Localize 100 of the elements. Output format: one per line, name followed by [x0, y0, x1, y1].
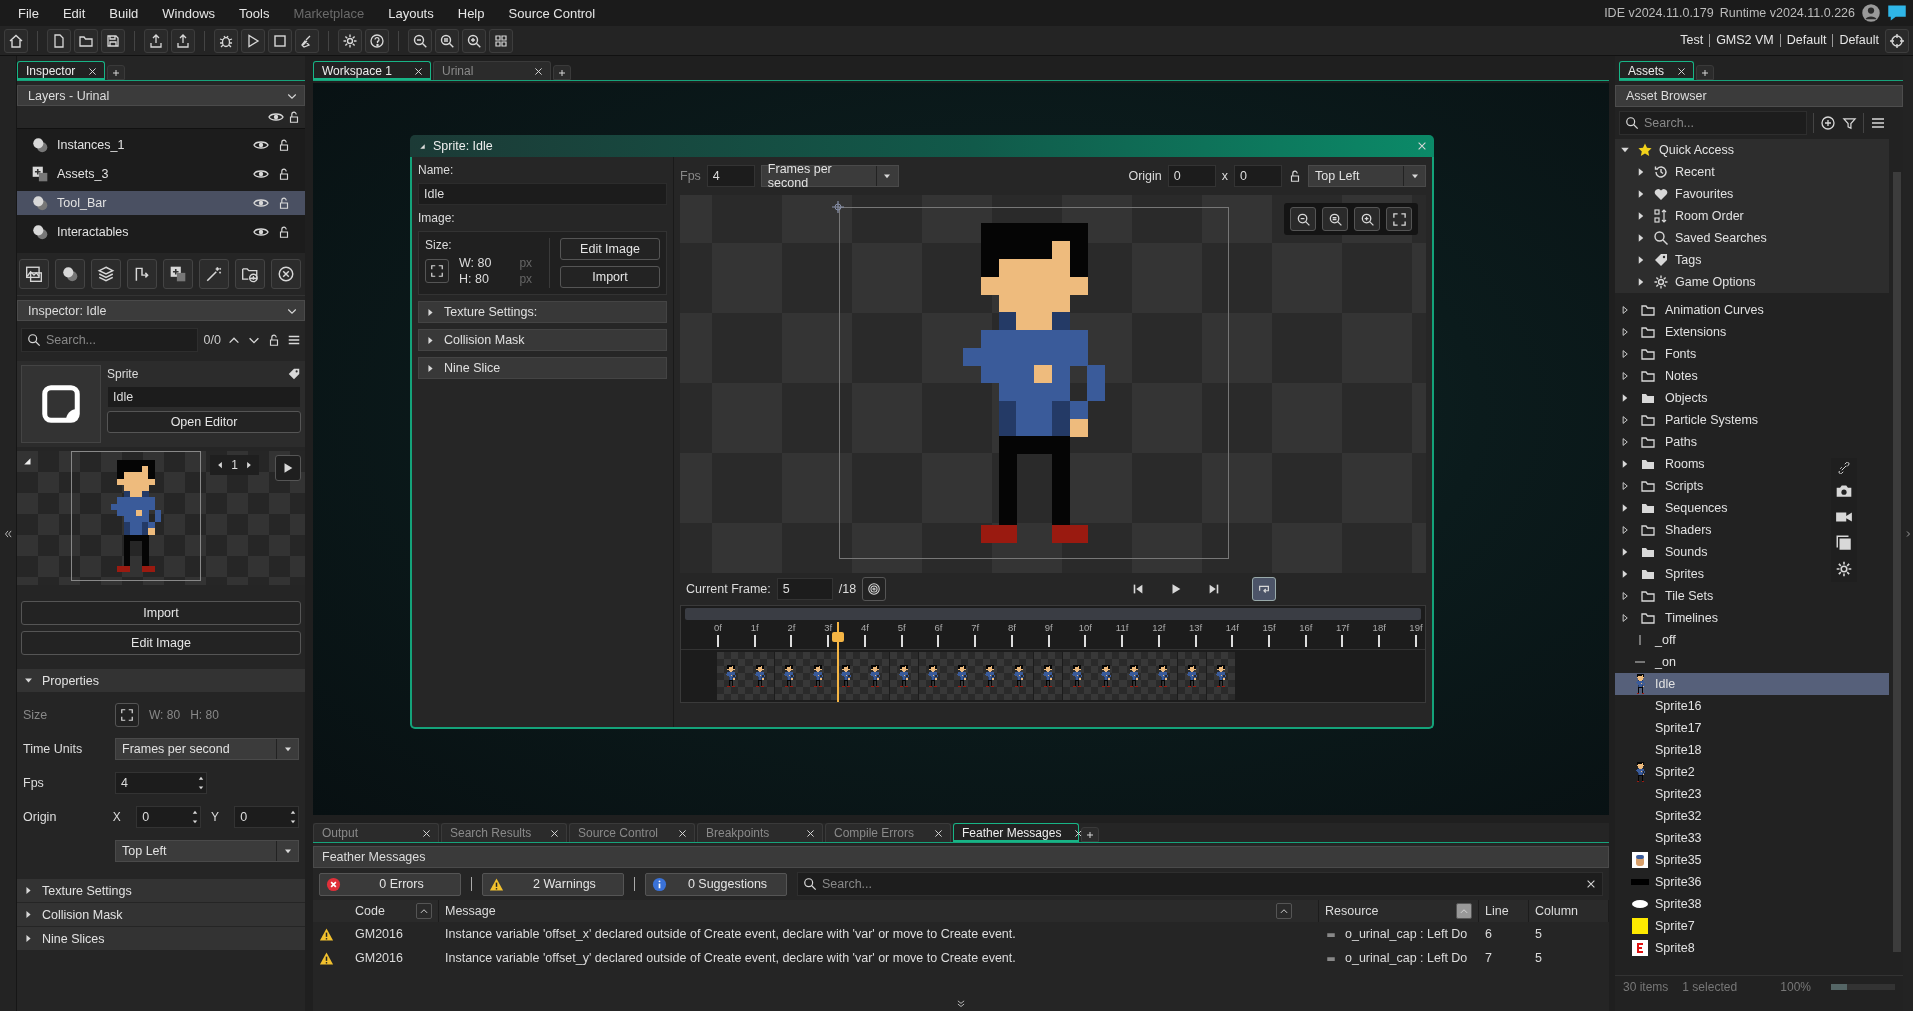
frame-thumbnail[interactable] — [1033, 652, 1063, 700]
time-units-select[interactable]: Frames per second — [760, 165, 899, 187]
add-tab-button[interactable] — [1081, 827, 1099, 842]
folder-item[interactable]: Rooms — [1615, 453, 1889, 475]
asset-item[interactable]: Sprite32 — [1615, 805, 1889, 827]
collapse-icon[interactable] — [3, 527, 13, 540]
menu-item[interactable]: File — [18, 5, 51, 21]
layer-row[interactable]: Tool_Bar — [17, 191, 305, 215]
layout-button[interactable] — [489, 28, 513, 53]
tab[interactable]: Search Results — [441, 823, 567, 842]
loop-button[interactable] — [1252, 577, 1276, 601]
lock-icon[interactable] — [267, 332, 281, 348]
tree-item[interactable]: Game Options — [1615, 271, 1889, 293]
layer-tool-button[interactable] — [235, 259, 265, 289]
zoom-button[interactable] — [1386, 207, 1412, 231]
target-button[interactable] — [1885, 28, 1909, 53]
layer-tool-button[interactable] — [271, 259, 301, 289]
frame-thumbnail[interactable] — [717, 652, 746, 700]
origin-select[interactable]: Top Left — [1308, 165, 1426, 187]
close-icon[interactable] — [677, 827, 688, 839]
import-button[interactable] — [171, 28, 195, 53]
inspector-dropdown[interactable]: Inspector: Idle — [17, 300, 305, 321]
folder-item[interactable]: Sequences — [1615, 497, 1889, 519]
asset-item[interactable]: Sprite16 — [1615, 695, 1889, 717]
asset-item[interactable]: Idle — [1615, 673, 1889, 695]
play-button[interactable] — [275, 455, 301, 481]
menu-item[interactable]: Help — [445, 5, 497, 21]
tag-icon[interactable] — [287, 367, 301, 381]
close-icon[interactable] — [805, 827, 816, 839]
layer-row[interactable]: Interactables — [17, 220, 305, 244]
zoom-button[interactable] — [1354, 207, 1380, 231]
zoom-out-button[interactable] — [408, 28, 432, 53]
menu-icon[interactable] — [287, 333, 301, 347]
folder-item[interactable]: Particle Systems — [1615, 409, 1889, 431]
target-setting[interactable]: Test — [1674, 34, 1710, 47]
camera-icon[interactable] — [1835, 482, 1853, 500]
search-field[interactable]: Search... — [1619, 111, 1807, 135]
frame-thumbnail[interactable] — [774, 652, 804, 700]
user-icon[interactable] — [1861, 3, 1881, 23]
add-tab-button[interactable] — [553, 65, 571, 80]
frame-thumbnail[interactable] — [745, 652, 775, 700]
zoom-reset-button[interactable] — [435, 28, 459, 53]
menu-item[interactable]: Tools — [227, 5, 282, 21]
menu-item[interactable]: Windows — [150, 5, 228, 21]
section-header[interactable]: Texture Settings — [17, 879, 305, 902]
zoom-button[interactable] — [1322, 207, 1348, 231]
close-icon[interactable] — [413, 65, 424, 77]
add-tab-button[interactable] — [1696, 65, 1714, 80]
folder-item[interactable]: Sounds — [1615, 541, 1889, 563]
stop-button[interactable] — [268, 28, 292, 53]
layer-row[interactable]: Assets_3 — [17, 162, 305, 186]
folder-item[interactable]: Extensions — [1615, 321, 1889, 343]
tree-item[interactable]: Favourites — [1615, 183, 1889, 205]
layers-dropdown[interactable]: Layers - Urinal — [17, 85, 305, 106]
tab[interactable]: Workspace 1 — [313, 61, 431, 80]
number-field[interactable]: 4 — [115, 772, 207, 794]
resize-button[interactable] — [115, 703, 139, 727]
frame-thumbnail[interactable] — [918, 652, 948, 700]
close-icon[interactable] — [421, 827, 432, 839]
tab[interactable]: Feather Messages — [953, 823, 1079, 842]
image-button[interactable]: Edit Image — [21, 631, 301, 655]
asset-item[interactable]: Sprite8 — [1615, 937, 1889, 959]
frame-thumbnail[interactable] — [947, 652, 976, 700]
frame-thumbnail[interactable] — [1062, 652, 1092, 700]
current-frame-field[interactable]: 5 — [776, 578, 833, 600]
windows-icon[interactable] — [1835, 534, 1853, 552]
tree-item[interactable]: Tags — [1615, 249, 1889, 271]
lock-icon[interactable] — [277, 166, 291, 182]
save-button[interactable] — [101, 28, 125, 53]
frame-thumbnail[interactable] — [1091, 652, 1120, 700]
debug-button[interactable] — [214, 28, 238, 53]
layer-tool-button[interactable] — [19, 259, 49, 289]
asset-item[interactable]: _on — [1615, 651, 1889, 673]
tree-item[interactable]: Recent — [1615, 161, 1889, 183]
close-icon[interactable] — [549, 827, 560, 839]
tree-item[interactable]: Saved Searches — [1615, 227, 1889, 249]
filter-button[interactable]: 0 Suggestions — [645, 872, 787, 896]
folder-item[interactable]: Sprites — [1615, 563, 1889, 585]
close-icon[interactable] — [1676, 65, 1687, 77]
tab[interactable]: Assets — [1619, 61, 1694, 80]
target-setting[interactable]: GMS2 VM — [1709, 34, 1780, 47]
layer-tool-button[interactable] — [55, 259, 85, 289]
asset-item[interactable]: Sprite36 — [1615, 871, 1889, 893]
folder-item[interactable]: Fonts — [1615, 343, 1889, 365]
run-button[interactable] — [241, 28, 265, 53]
folder-item[interactable]: Shaders — [1615, 519, 1889, 541]
folder-item[interactable]: Objects — [1615, 387, 1889, 409]
origin-select[interactable]: Top Left — [115, 840, 299, 862]
layer-row[interactable]: Instances_1 — [17, 133, 305, 157]
name-field[interactable]: Idle — [107, 386, 301, 408]
home-button[interactable] — [4, 28, 28, 53]
sort-button[interactable] — [1456, 903, 1472, 919]
folder-item[interactable]: Tile Sets — [1615, 585, 1889, 607]
expand-icon[interactable] — [955, 999, 967, 1009]
settings-button[interactable] — [338, 28, 362, 53]
section-header[interactable]: Collision Mask — [17, 903, 305, 926]
target-setting[interactable]: Default — [1779, 34, 1833, 47]
menu-item[interactable]: Source Control — [496, 5, 608, 21]
frame-thumbnail[interactable] — [1177, 652, 1207, 700]
section-header[interactable]: Texture Settings: — [418, 301, 667, 323]
